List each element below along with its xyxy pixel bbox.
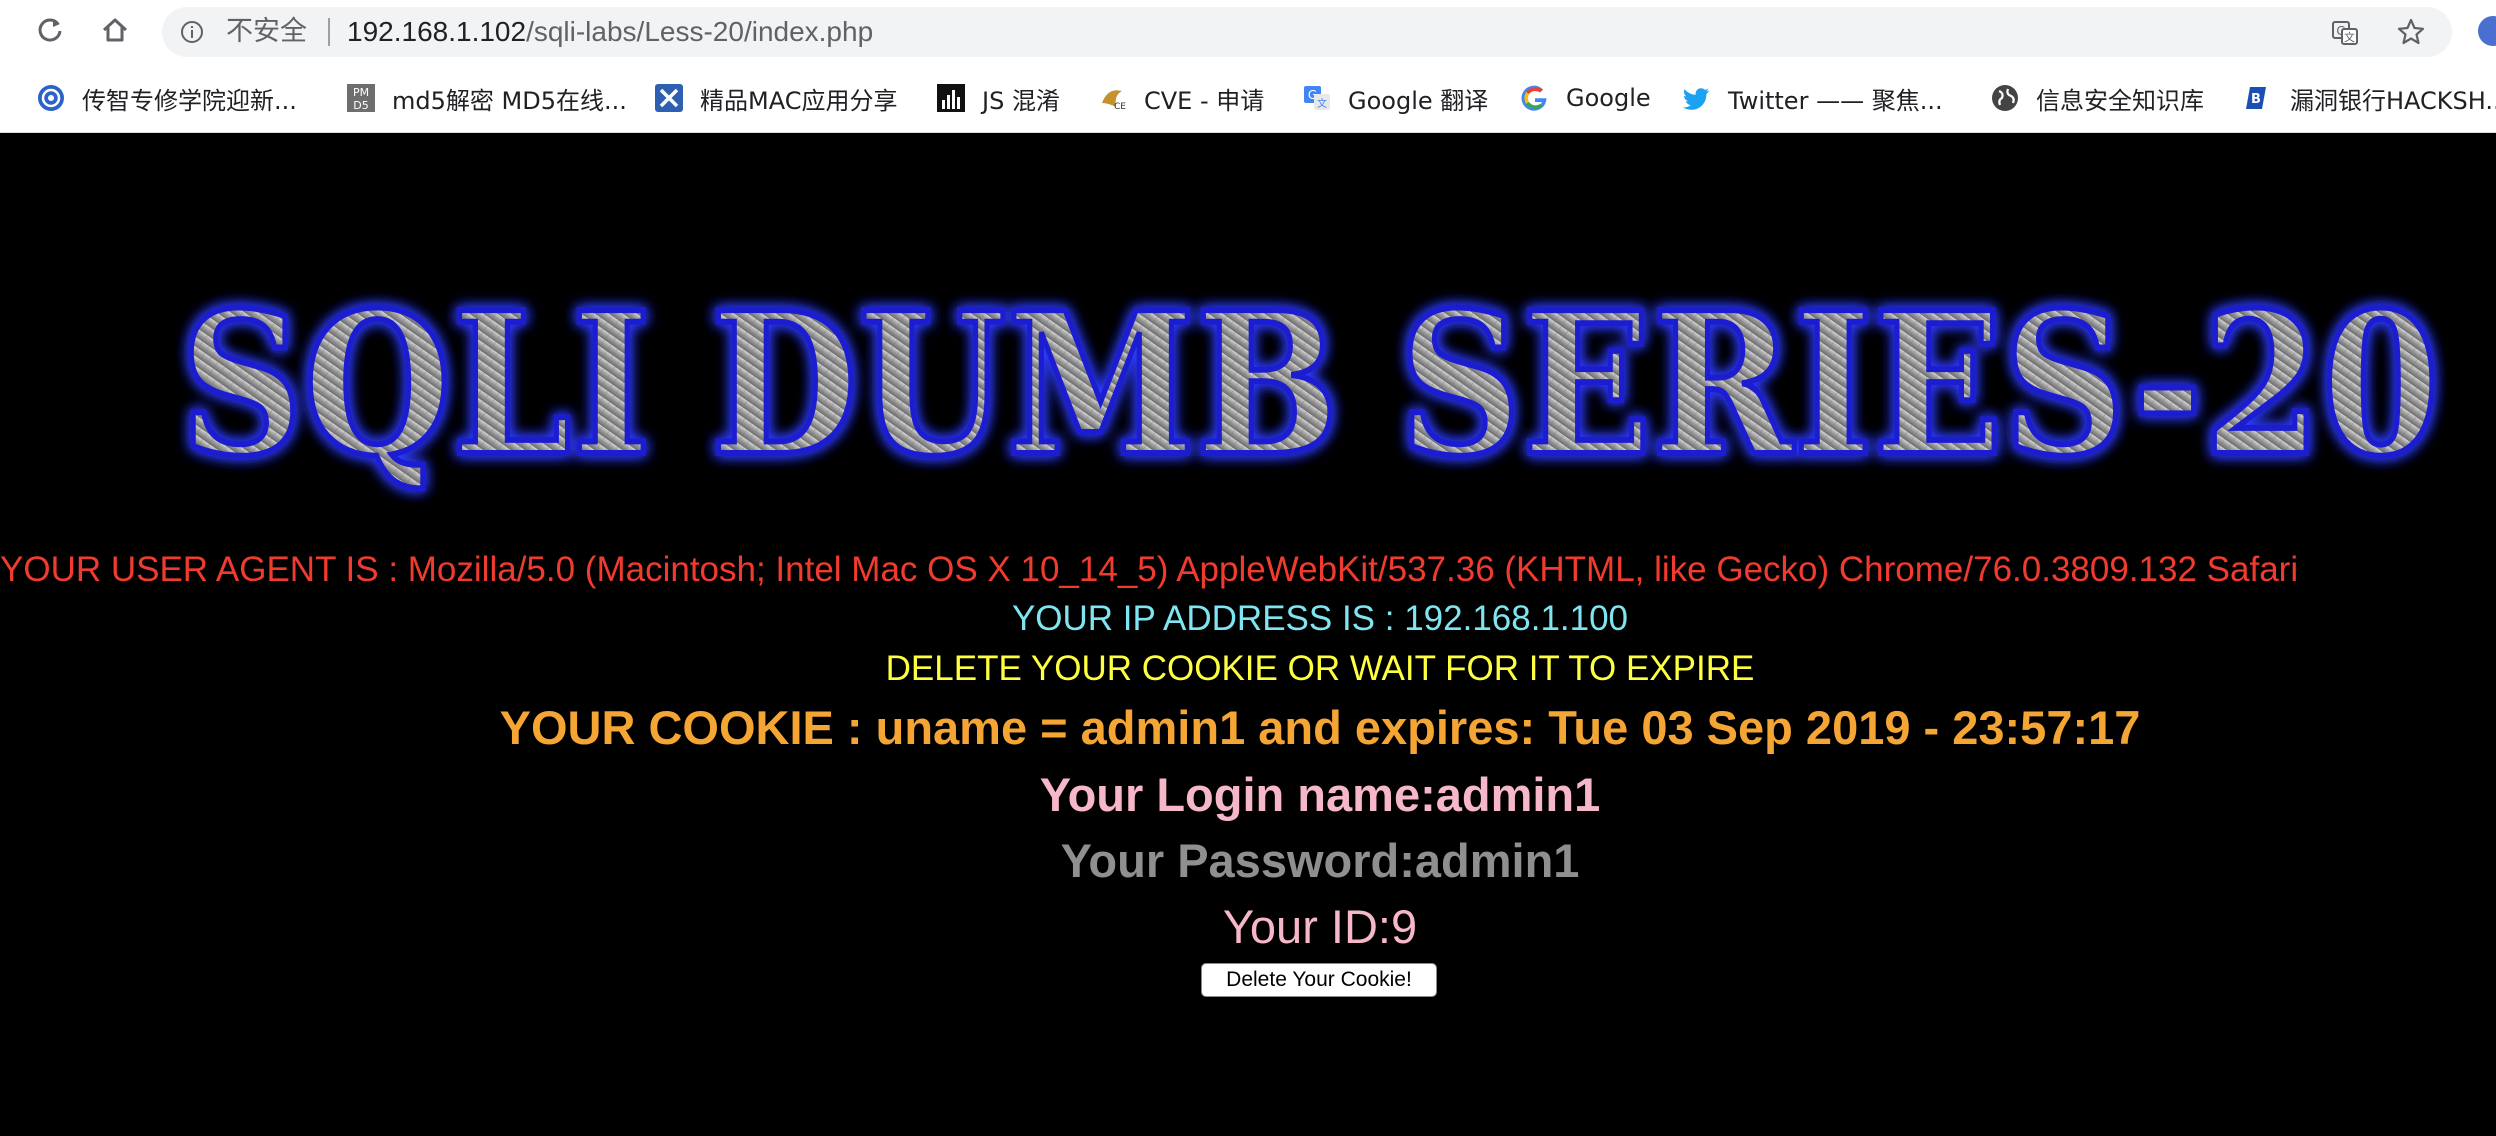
campus-icon bbox=[36, 83, 66, 113]
url-host: 192.168.1.102 bbox=[347, 16, 527, 47]
mac-app-icon bbox=[654, 83, 684, 113]
svg-text:D5: D5 bbox=[353, 99, 368, 112]
bookmark-label: 精品MAC应用分享 bbox=[700, 86, 898, 115]
bookmark-label: 传智专修学院迎新... bbox=[82, 86, 297, 115]
reload-icon bbox=[35, 15, 65, 50]
bookmark-label: Google 翻译 bbox=[1348, 86, 1489, 115]
login-name-text: Your Login name:admin1 bbox=[1039, 768, 1601, 821]
security-label[interactable]: 不安全 bbox=[226, 7, 307, 57]
bookmark-item[interactable]: CE CVE - 申请 bbox=[1098, 64, 1264, 132]
url-text[interactable]: 192.168.1.102/sqli-labs/Less-20/index.ph… bbox=[347, 7, 873, 57]
reload-button[interactable] bbox=[30, 12, 70, 52]
url-path: /sqli-labs/Less-20/index.php bbox=[526, 16, 874, 47]
bookmark-label: 漏洞银行HACKSH... bbox=[2290, 86, 2496, 115]
bookmark-star-icon[interactable] bbox=[2396, 17, 2426, 47]
bookmark-label: Twitter —— 聚焦... bbox=[1728, 86, 1943, 115]
ip-address-text: YOUR IP ADDRESS IS : 192.168.1.100 bbox=[1011, 599, 1629, 638]
bookmarks-bar: 传智专修学院迎新... PM D5 md5解密 MD5在线... 精品MAC应用分… bbox=[0, 64, 2496, 176]
address-divider bbox=[328, 18, 330, 46]
bookmark-label: JS 混淆 bbox=[982, 86, 1060, 115]
sqli-banner-logo: SQLI DUMB SERIES-20 bbox=[177, 267, 2443, 503]
bookmark-label: CVE - 申请 bbox=[1144, 86, 1265, 115]
bookmark-item[interactable]: B 漏洞银行HACKSH... bbox=[2244, 64, 2496, 132]
bookmark-item[interactable]: 传智专修学院迎新... bbox=[36, 64, 297, 132]
translate-icon[interactable]: G文 bbox=[2330, 18, 2360, 48]
home-icon bbox=[100, 15, 130, 50]
bookmark-label: 信息安全知识库 bbox=[2036, 86, 2204, 115]
svg-text:PM: PM bbox=[353, 86, 369, 99]
cve-icon: CE bbox=[1098, 83, 1128, 113]
bookmark-item[interactable]: 精品MAC应用分享 bbox=[654, 64, 897, 132]
svg-text:文: 文 bbox=[1317, 97, 1327, 110]
js-chart-icon bbox=[936, 83, 966, 113]
bugbank-icon: B bbox=[2244, 83, 2274, 113]
banner-title: SQLI DUMB SERIES-20 bbox=[180, 270, 2440, 500]
bookmark-item[interactable]: Google bbox=[1520, 64, 1651, 132]
bookmark-item[interactable]: PM D5 md5解密 MD5在线... bbox=[346, 64, 627, 132]
site-info-icon[interactable] bbox=[180, 20, 204, 44]
google-translate-icon: G文 bbox=[1302, 83, 1332, 113]
browser-toolbar: 不安全 192.168.1.102/sqli-labs/Less-20/inde… bbox=[0, 0, 2496, 64]
bookmark-item[interactable]: G文 Google 翻译 bbox=[1302, 64, 1488, 132]
page-content: SQLI DUMB SERIES-20 YOUR USER AGENT IS :… bbox=[0, 133, 2496, 1136]
password-text: Your Password:admin1 bbox=[1060, 834, 1580, 887]
home-button[interactable] bbox=[95, 12, 135, 52]
svg-text:B: B bbox=[2251, 92, 2261, 107]
globe-icon bbox=[1990, 83, 2020, 113]
user-id-text: Your ID:9 bbox=[1222, 900, 1418, 953]
twitter-icon bbox=[1682, 83, 1712, 113]
bookmark-item[interactable]: JS 混淆 bbox=[936, 64, 1060, 132]
pmd5-icon: PM D5 bbox=[346, 83, 376, 113]
bookmark-item[interactable]: 信息安全知识库 bbox=[1990, 64, 2204, 132]
delete-cookie-message: DELETE YOUR COOKIE OR WAIT FOR IT TO EXP… bbox=[885, 649, 1755, 688]
cookie-info-text: YOUR COOKIE : uname = admin1 and expires… bbox=[499, 701, 2141, 754]
profile-avatar[interactable] bbox=[2478, 16, 2496, 46]
user-agent-text: YOUR USER AGENT IS : Mozilla/5.0 (Macint… bbox=[0, 550, 2299, 589]
address-bar[interactable]: 不安全 192.168.1.102/sqli-labs/Less-20/inde… bbox=[162, 7, 2452, 57]
bookmark-label: md5解密 MD5在线... bbox=[392, 86, 627, 115]
delete-cookie-button[interactable]: Delete Your Cookie! bbox=[1201, 963, 1437, 997]
svg-text:CE: CE bbox=[1114, 102, 1126, 112]
bookmark-label: Google bbox=[1566, 84, 1651, 112]
svg-text:文: 文 bbox=[2344, 30, 2355, 44]
google-icon bbox=[1520, 83, 1550, 113]
bookmark-item[interactable]: Twitter —— 聚焦... bbox=[1682, 64, 1943, 132]
